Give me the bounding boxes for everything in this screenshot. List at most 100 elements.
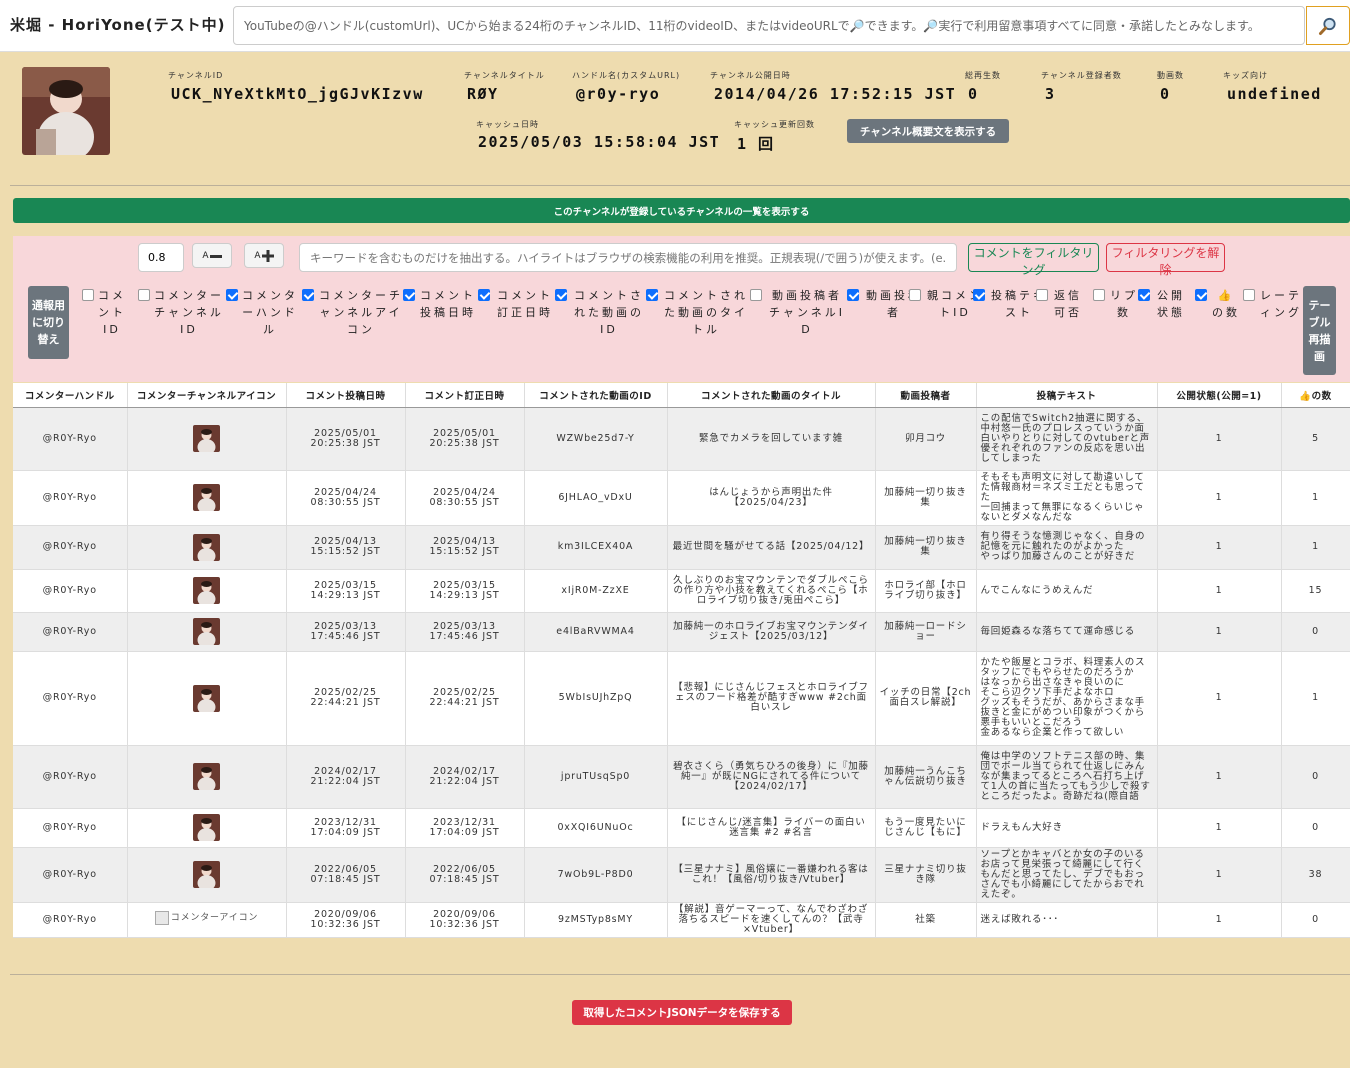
- keyword-input[interactable]: [299, 243, 957, 272]
- uploader[interactable]: 加藤純一切り抜き集: [884, 487, 966, 508]
- video-id[interactable]: WZWbe25d7-Y: [556, 433, 634, 444]
- comment-text-cell: んでこんなにうめえんだ: [976, 569, 1158, 613]
- search-button[interactable]: [1306, 6, 1350, 45]
- column-checkbox[interactable]: [555, 289, 567, 301]
- video-id[interactable]: 9zMSTyp8sMY: [558, 914, 633, 925]
- comment-text: そもそも声明文に対して勘違いしてた情報商材＝ネズミ工だとも思ってた 一回捕まって…: [980, 471, 1145, 523]
- video-title-cell: 【三星ナナミ】風俗嬢に一番嫌われる客はこれ！【風俗/切り抜き/Vtuber】: [667, 847, 876, 903]
- column-checkbox[interactable]: [1243, 289, 1255, 301]
- save-json-button[interactable]: 取得したコメントJSONデータを保存する: [572, 1000, 792, 1025]
- uploader[interactable]: 加藤純一切り抜き集: [884, 536, 966, 557]
- column-checkbox[interactable]: [1138, 289, 1150, 301]
- column-toggle[interactable]: 👍の数: [1195, 287, 1243, 357]
- column-header[interactable]: コメンターチャンネルアイコン: [127, 383, 287, 408]
- commenter-handle[interactable]: @R0Y-Ryo: [43, 771, 97, 782]
- column-toggle[interactable]: コメントされた動画のタイトル: [646, 287, 752, 357]
- commenter-handle[interactable]: @R0Y-Ryo: [43, 626, 97, 637]
- column-toggle[interactable]: 公開状態: [1138, 287, 1190, 357]
- font-decrease-button[interactable]: A: [192, 243, 232, 268]
- video-id[interactable]: 6JHLAO_vDxU: [558, 492, 632, 503]
- video-id[interactable]: km3ILCEX40A: [558, 541, 633, 552]
- video-id[interactable]: e4lBaRVWMA4: [556, 626, 634, 637]
- column-toggle[interactable]: コメントされた動画のID: [555, 287, 649, 357]
- column-toggle[interactable]: リプ数: [1093, 287, 1141, 357]
- video-id[interactable]: 0xXQI6UNuOc: [557, 822, 633, 833]
- column-header[interactable]: 動画投稿者: [875, 383, 977, 408]
- column-header[interactable]: コメンターハンドル: [13, 383, 128, 408]
- video-title[interactable]: はんじょうから声明出た件【2025/04/23】: [709, 487, 833, 508]
- column-toggle[interactable]: 返信可否: [1036, 287, 1086, 357]
- column-checkbox[interactable]: [973, 289, 985, 301]
- column-header[interactable]: コメントされた動画のタイトル: [667, 383, 876, 408]
- font-increase-button[interactable]: A: [244, 243, 284, 268]
- uploader[interactable]: ホロライ部【ホロライブ切り抜き】: [884, 580, 966, 601]
- commenter-handle[interactable]: @R0Y-Ryo: [43, 585, 97, 596]
- column-checkbox[interactable]: [847, 289, 859, 301]
- column-checkbox[interactable]: [1195, 289, 1207, 301]
- redraw-table-button[interactable]: テーブル再描画: [1303, 286, 1336, 375]
- video-id[interactable]: jpruTUsqSp0: [561, 771, 630, 782]
- clear-filter-button[interactable]: フィルタリングを解除: [1106, 243, 1225, 277]
- column-header[interactable]: コメント訂正日時: [405, 383, 525, 408]
- commenter-handle[interactable]: @R0Y-Ryo: [43, 433, 97, 444]
- uploader[interactable]: 加藤純一ロードショー: [884, 621, 966, 642]
- report-toggle-button[interactable]: 通報用に切り替え: [28, 286, 69, 359]
- column-checkbox[interactable]: [226, 289, 238, 301]
- commenter-handle[interactable]: @R0Y-Ryo: [43, 869, 97, 880]
- font-size-input[interactable]: [138, 243, 184, 272]
- app-brand[interactable]: 米堀 - HoriYone(テスト中): [10, 14, 225, 35]
- commenter-handle[interactable]: @R0Y-Ryo: [43, 914, 97, 925]
- column-toggle[interactable]: コメントID: [82, 287, 128, 357]
- commenter-handle[interactable]: @R0Y-Ryo: [43, 492, 97, 503]
- column-header[interactable]: コメントされた動画のID: [524, 383, 668, 408]
- column-toggle[interactable]: コメント投稿日時: [403, 287, 479, 357]
- column-header[interactable]: 公開状態(公開=1): [1157, 383, 1282, 408]
- video-id[interactable]: 7wOb9L-P8D0: [558, 869, 634, 880]
- commenter-handle[interactable]: @R0Y-Ryo: [43, 822, 97, 833]
- uploader[interactable]: 卯月コウ: [905, 433, 946, 444]
- uploader[interactable]: 三星ナナミ切り抜き隊: [884, 864, 966, 885]
- video-title[interactable]: 緊急でカメラを回しています雑: [699, 433, 843, 444]
- video-title[interactable]: 碧衣さくら（勇気ちひろの後身）に『加藤純一』が既にNGにされてる件について【20…: [673, 761, 869, 792]
- search-input[interactable]: [233, 6, 1305, 45]
- video-title[interactable]: 【にじさんじ/迷言集】ライバーの面白い迷言集 #2 #名言: [676, 817, 865, 838]
- column-toggle[interactable]: コメンターハンドル: [226, 287, 300, 357]
- column-checkbox[interactable]: [138, 289, 150, 301]
- uploader[interactable]: イッチの日常【2ch面白スレ解説】: [880, 687, 972, 708]
- edited-at-cell: 2025/04/24 08:30:55 JST: [405, 470, 525, 526]
- column-toggle[interactable]: 動画投稿者チャンネルID: [750, 287, 850, 357]
- column-header[interactable]: 👍の数: [1281, 383, 1350, 408]
- column-checkbox[interactable]: [646, 289, 658, 301]
- commenter-handle[interactable]: @R0Y-Ryo: [43, 692, 97, 703]
- column-toggle[interactable]: コメント訂正日時: [478, 287, 558, 357]
- column-toggle[interactable]: コメンターチャンネルID: [138, 287, 226, 357]
- column-checkbox[interactable]: [1036, 289, 1048, 301]
- uploader[interactable]: 社築: [915, 914, 936, 925]
- column-header[interactable]: 投稿テキスト: [976, 383, 1158, 408]
- video-title[interactable]: 加藤純一のホロライブお宝マウンテンダイジェスト【2025/03/12】: [673, 621, 869, 642]
- column-toggle[interactable]: レーティング: [1243, 287, 1305, 357]
- video-title[interactable]: 【解説】音ゲーマーって、なんでわざわざ落ちるスピードを速くしてんの？【武寺×Vt…: [674, 904, 868, 935]
- video-title[interactable]: 【悲報】にじさんじフェスとホロライブフェスのフード格差が酷すぎwww #2ch面…: [673, 682, 869, 713]
- column-checkbox[interactable]: [1093, 289, 1105, 301]
- video-id[interactable]: xIjR0M-ZzXE: [561, 585, 629, 596]
- column-toggle[interactable]: コメンターチャンネルアイコン: [302, 287, 406, 357]
- video-id[interactable]: 5WbIsUJhZpQ: [559, 692, 633, 703]
- column-checkbox[interactable]: [750, 289, 762, 301]
- column-checkbox[interactable]: [478, 289, 490, 301]
- show-summary-button[interactable]: チャンネル概要文を表示する: [847, 119, 1009, 143]
- uploader[interactable]: もう一度見たいにじさんじ【もに】: [884, 817, 966, 838]
- show-subscriptions-button[interactable]: このチャンネルが登録しているチャンネルの一覧を表示する: [13, 198, 1350, 223]
- column-checkbox[interactable]: [302, 289, 314, 301]
- uploader[interactable]: 加藤純一うんこちゃん伝説切り抜き: [884, 766, 966, 787]
- video-title[interactable]: 【三星ナナミ】風俗嬢に一番嫌われる客はこれ！【風俗/切り抜き/Vtuber】: [673, 864, 868, 885]
- column-toggle-label: 返信可否: [1054, 289, 1082, 319]
- column-checkbox[interactable]: [82, 289, 94, 301]
- video-title[interactable]: 久しぶりのお宝マウンテンでダブルぺこらの作り方や小技を教えてくれるぺこら【ホロラ…: [673, 575, 869, 606]
- column-header[interactable]: コメント投稿日時: [286, 383, 406, 408]
- filter-comments-button[interactable]: コメントをフィルタリング: [968, 243, 1099, 277]
- commenter-handle[interactable]: @R0Y-Ryo: [43, 541, 97, 552]
- column-checkbox[interactable]: [403, 289, 415, 301]
- column-checkbox[interactable]: [909, 289, 921, 301]
- video-title[interactable]: 最近世間を騒がせてる話【2025/04/12】: [673, 541, 870, 552]
